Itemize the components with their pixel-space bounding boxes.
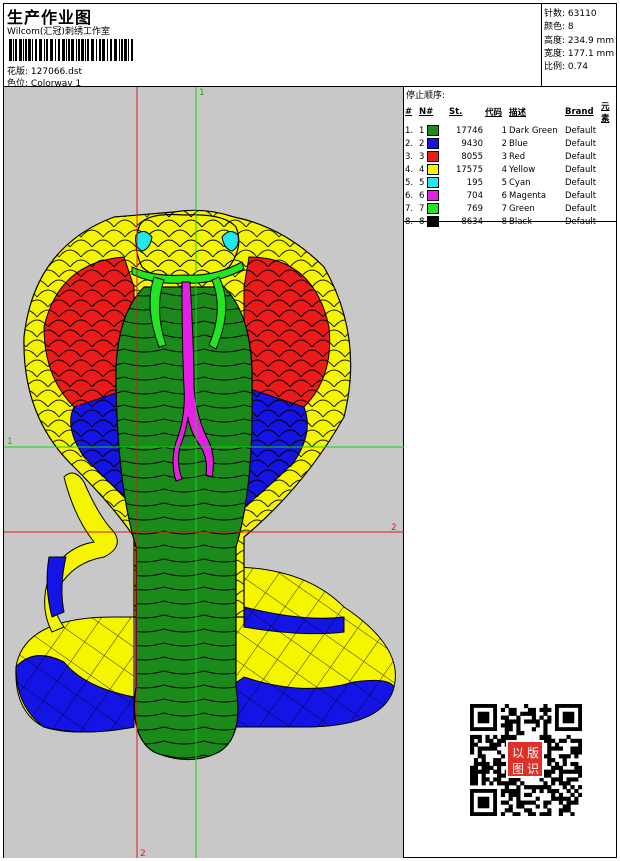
row-element <box>600 150 617 163</box>
stop-sequence-table: # N# St. 代码 描述 Brand 元素 1. 1 17746 1 Dark G… <box>404 100 617 228</box>
row-num: 4. <box>405 164 414 175</box>
row-stitches: 769 <box>466 203 483 214</box>
guide-label-top: 1 <box>199 88 205 98</box>
guide-label-left: 1 <box>7 437 13 447</box>
table-header-row: # N# St. 代码 描述 Brand 元素 <box>404 100 617 124</box>
row-desc: Red <box>509 151 526 162</box>
stat-scale: 比例: 0.74 <box>544 62 588 72</box>
row-stitches: 17575 <box>455 164 483 175</box>
color-swatch <box>427 138 440 149</box>
col-brand: Brand <box>565 107 594 117</box>
stat-colors: 颜色: 8 <box>544 22 574 32</box>
stat-stitches: 针数: 63110 <box>544 9 597 19</box>
studio-subtitle: Wilcom(汇冠)刺绣工作室 <box>7 27 110 37</box>
row-brand: Default <box>565 125 597 136</box>
table-row: 3. 3 8055 3 Red Default <box>404 150 617 163</box>
row-num: 3. <box>405 151 414 162</box>
row-num: 2. <box>405 138 414 149</box>
row-num: 7. <box>405 203 414 214</box>
color-swatch <box>427 151 440 162</box>
table-row: 7. 7 769 7 Green Default <box>404 202 617 215</box>
row-element <box>600 163 617 176</box>
row-desc: Magenta <box>509 190 547 201</box>
design-preview: 1 1 2 2 <box>4 87 404 858</box>
row-n: 1 <box>418 124 448 137</box>
row-code: 6 <box>501 190 507 201</box>
row-num: 6. <box>405 190 414 201</box>
row-desc: Blue <box>509 138 528 149</box>
row-stitches: 8055 <box>461 151 483 162</box>
col-element: 元素 <box>601 102 610 124</box>
row-stitches: 17746 <box>455 125 483 136</box>
row-n: 4 <box>418 163 448 176</box>
guide-label-right: 2 <box>391 523 397 533</box>
row-brand: Default <box>565 151 597 162</box>
stat-height: 高度: 234.9 mm <box>544 36 615 46</box>
row-code: 5 <box>501 177 507 188</box>
stats-panel: 针数: 63110 颜色: 8 高度: 234.9 mm 宽度: 177.1 m… <box>541 3 618 87</box>
col-num: # <box>405 107 413 117</box>
row-num: 5. <box>405 177 414 188</box>
row-desc: Yellow <box>509 164 536 175</box>
color-swatch <box>427 164 440 175</box>
row-desc: Cyan <box>509 177 531 188</box>
row-code: 1 <box>501 125 507 136</box>
row-element <box>600 137 617 150</box>
table-row: 5. 5 195 5 Cyan Default <box>404 176 617 189</box>
table-row: 4. 4 17575 4 Yellow Default <box>404 163 617 176</box>
qr-code-icon: 以版图识 <box>470 704 582 816</box>
color-swatch <box>427 177 440 188</box>
row-n: 6 <box>418 189 448 202</box>
row-stitches: 704 <box>466 190 483 201</box>
row-code: 7 <box>501 203 507 214</box>
color-swatch <box>427 190 440 201</box>
col-desc: 描述 <box>509 108 527 118</box>
table-row: 6. 6 704 6 Magenta Default <box>404 189 617 202</box>
guide-label-bottom: 2 <box>140 849 146 858</box>
stamp-char: 图 <box>512 762 524 776</box>
stamp-char: 版 <box>527 746 539 760</box>
row-desc: Dark Green <box>509 125 558 136</box>
row-brand: Default <box>565 138 597 149</box>
row-stitches: 9430 <box>461 138 483 149</box>
barcode-icon <box>9 39 133 61</box>
row-brand: Default <box>565 164 597 175</box>
row-num: 1. <box>405 125 414 136</box>
col-n: N# <box>419 107 434 117</box>
cobra-embroidery-image: 1 1 2 2 <box>4 87 404 858</box>
stamp-char: 以 <box>512 746 524 760</box>
stat-width: 宽度: 177.1 mm <box>544 49 615 59</box>
col-st: St. <box>449 107 463 117</box>
row-element <box>600 202 617 215</box>
row-n: 7 <box>418 202 448 215</box>
row-element <box>600 124 617 137</box>
row-code: 3 <box>501 151 507 162</box>
color-swatch <box>427 125 440 136</box>
row-brand: Default <box>565 203 597 214</box>
col-code: 代码 <box>485 108 503 118</box>
table-divider <box>404 221 617 222</box>
row-desc: Green <box>509 203 535 214</box>
color-swatch <box>427 203 440 214</box>
row-stitches: 195 <box>466 177 483 188</box>
row-n: 5 <box>418 176 448 189</box>
row-element <box>600 189 617 202</box>
row-n: 2 <box>418 137 448 150</box>
row-code: 4 <box>501 164 507 175</box>
row-element <box>600 176 617 189</box>
table-row: 2. 2 9430 2 Blue Default <box>404 137 617 150</box>
row-code: 2 <box>501 138 507 149</box>
stamp-char: 识 <box>527 762 539 776</box>
row-brand: Default <box>565 177 597 188</box>
header: 生产作业图 Wilcom(汇冠)刺绣工作室 花版: 127066.dst 色位:… <box>3 3 541 89</box>
row-brand: Default <box>565 190 597 201</box>
table-row: 1. 1 17746 1 Dark Green Default <box>404 124 617 137</box>
row-n: 3 <box>418 150 448 163</box>
